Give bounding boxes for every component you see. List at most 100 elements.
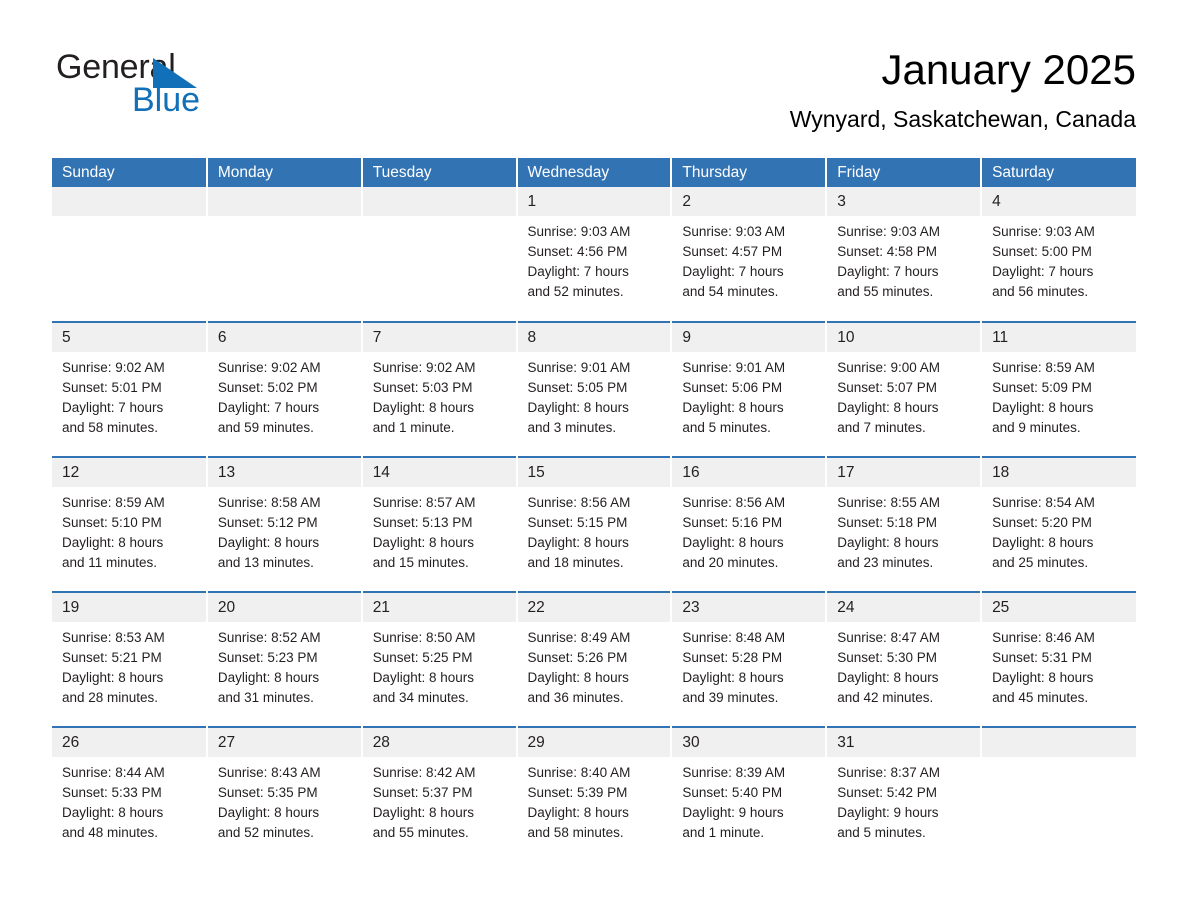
day-cell-details: Sunrise: 8:40 AM Sunset: 5:39 PM Daylight:… [518,757,671,843]
day-daylight-2-text: and 48 minutes. [62,825,159,840]
calendar-day-cell[interactable]: 8 Sunrise: 9:01 AM Sunset: 5:05 PM Daylight… [516,321,673,457]
calendar-day-cell[interactable]: 11 Sunrise: 8:59 AM Sunset: 5:09 PM Dayligh… [981,321,1136,457]
calendar-day-cell[interactable]: 18 Sunrise: 8:54 AM Sunset: 5:20 PM Dayligh… [981,456,1136,592]
calendar-day-cell-empty [206,187,363,322]
day-daylight-1-text: Daylight: 8 hours [992,535,1094,550]
day-cell-inner: 7 Sunrise: 9:02 AM Sunset: 5:03 PM Daylight… [362,323,516,456]
calendar-day-cell[interactable]: 3 Sunrise: 9:03 AM Sunset: 4:58 PM Daylight… [826,187,983,322]
day-daylight-1-text: Daylight: 8 hours [62,805,164,820]
day-daylight-2-text: and 1 minute. [372,420,455,435]
calendar-day-cell[interactable]: 7 Sunrise: 9:02 AM Sunset: 5:03 PM Daylight… [361,321,518,457]
logo-text-blue: Blue [132,81,201,119]
calendar-day-cell[interactable]: 6 Sunrise: 9:02 AM Sunset: 5:02 PM Daylight… [206,321,363,457]
day-cell-inner: 23 Sunrise: 8:48 AM Sunset: 5:28 PM Dayligh… [672,593,826,726]
day-sunrise-text: Sunrise: 8:59 AM [62,495,165,510]
calendar-week-row: 5 Sunrise: 9:02 AM Sunset: 5:01 PM Daylight… [52,321,1136,457]
general-blue-logo[interactable]: General Blue [56,48,356,128]
calendar-day-cell[interactable]: 27 Sunrise: 8:43 AM Sunset: 5:35 PM Dayligh… [206,726,363,862]
weekday-header-thursday: Thursday [671,158,828,187]
day-cell-inner: 25 Sunrise: 8:46 AM Sunset: 5:31 PM Dayligh… [982,593,1136,726]
day-sunset-text: Sunset: 5:26 PM [527,650,628,665]
day-daylight-1-text: Daylight: 8 hours [682,535,784,550]
day-daylight-2-text: and 55 minutes. [372,825,469,840]
calendar-day-cell[interactable]: 17 Sunrise: 8:55 AM Sunset: 5:18 PM Dayligh… [826,456,983,592]
day-daylight-2-text: and 5 minutes. [837,825,926,840]
calendar-day-cell[interactable]: 22 Sunrise: 8:49 AM Sunset: 5:26 PM Dayligh… [516,591,673,727]
calendar-day-cell[interactable]: 13 Sunrise: 8:58 AM Sunset: 5:12 PM Dayligh… [206,456,363,592]
day-daylight-2-text: and 5 minutes. [682,420,771,435]
day-cell-details: Sunrise: 8:56 AM Sunset: 5:15 PM Daylight:… [518,487,671,573]
day-daylight-1-text: Daylight: 8 hours [217,670,320,685]
day-daylight-2-text: and 7 minutes. [837,420,926,435]
day-number: 6 [207,323,361,352]
calendar-day-cell[interactable]: 15 Sunrise: 8:56 AM Sunset: 5:15 PM Dayligh… [516,456,673,592]
day-sunrise-text: Sunrise: 9:01 AM [682,360,786,375]
day-number: 21 [362,593,516,622]
day-daylight-1-text: Daylight: 8 hours [527,670,629,685]
calendar-day-cell[interactable]: 4 Sunrise: 9:03 AM Sunset: 5:00 PM Daylight… [981,187,1136,322]
day-number: 29 [517,728,671,757]
day-daylight-2-text: and 34 minutes. [372,690,469,705]
calendar-day-cell[interactable]: 25 Sunrise: 8:46 AM Sunset: 5:31 PM Dayligh… [981,591,1136,727]
day-cell-inner: 26 Sunrise: 8:44 AM Sunset: 5:33 PM Dayligh… [52,728,206,862]
calendar-day-cell[interactable]: 12 Sunrise: 8:59 AM Sunset: 5:10 PM Dayligh… [52,456,208,592]
day-sunset-text: Sunset: 5:20 PM [992,515,1092,530]
calendar-day-cell[interactable]: 2 Sunrise: 9:03 AM Sunset: 4:57 PM Daylight… [671,187,828,322]
calendar-day-cell[interactable]: 10 Sunrise: 9:00 AM Sunset: 5:07 PM Dayligh… [826,321,983,457]
calendar-day-cell[interactable]: 23 Sunrise: 8:48 AM Sunset: 5:28 PM Dayligh… [671,591,828,727]
day-sunrise-text: Sunrise: 8:44 AM [62,765,165,780]
day-daylight-2-text: and 28 minutes. [62,690,159,705]
calendar-day-cell[interactable]: 29 Sunrise: 8:40 AM Sunset: 5:39 PM Dayligh… [516,726,673,862]
day-sunset-text: Sunset: 5:40 PM [682,785,783,800]
day-sunrise-text: Sunrise: 9:03 AM [682,224,786,239]
calendar-day-cell[interactable]: 20 Sunrise: 8:52 AM Sunset: 5:23 PM Dayligh… [206,591,363,727]
calendar-day-cell[interactable]: 21 Sunrise: 8:50 AM Sunset: 5:25 PM Dayligh… [361,591,518,727]
day-number: 13 [207,458,361,487]
day-daylight-2-text: and 52 minutes. [527,284,624,299]
calendar-day-cell[interactable]: 16 Sunrise: 8:56 AM Sunset: 5:16 PM Dayligh… [671,456,828,592]
calendar-day-cell[interactable]: 26 Sunrise: 8:44 AM Sunset: 5:33 PM Dayligh… [52,726,208,862]
day-daylight-1-text: Daylight: 8 hours [527,400,629,415]
day-cell-inner: 22 Sunrise: 8:49 AM Sunset: 5:26 PM Dayligh… [517,593,671,726]
page-title: January 2025 [881,46,1136,93]
calendar-day-cell-empty [981,726,1136,862]
day-sunrise-text: Sunrise: 8:39 AM [682,765,786,780]
day-cell-inner: 27 Sunrise: 8:43 AM Sunset: 5:35 PM Dayligh… [207,728,361,862]
calendar-day-cell[interactable]: 24 Sunrise: 8:47 AM Sunset: 5:30 PM Dayligh… [826,591,983,727]
day-sunrise-text: Sunrise: 8:58 AM [217,495,321,510]
calendar-day-cell[interactable]: 5 Sunrise: 9:02 AM Sunset: 5:01 PM Daylight… [52,321,208,457]
calendar-day-cell[interactable]: 31 Sunrise: 8:37 AM Sunset: 5:42 PM Dayligh… [826,726,983,862]
day-cell-inner: 4 Sunrise: 9:03 AM Sunset: 5:00 PM Daylight… [982,187,1136,321]
day-daylight-1-text: Daylight: 8 hours [62,670,164,685]
day-sunrise-text: Sunrise: 8:55 AM [837,495,941,510]
day-number: 31 [827,728,981,757]
day-number: 17 [827,458,981,487]
weekday-header-tuesday: Tuesday [361,158,518,187]
day-sunset-text: Sunset: 5:33 PM [62,785,162,800]
day-sunrise-text: Sunrise: 9:02 AM [372,360,476,375]
calendar-day-cell[interactable]: 14 Sunrise: 8:57 AM Sunset: 5:13 PM Dayligh… [361,456,518,592]
day-sunrise-text: Sunrise: 8:40 AM [527,765,631,780]
day-daylight-1-text: Daylight: 8 hours [372,400,474,415]
day-cell-inner: 2 Sunrise: 9:03 AM Sunset: 4:57 PM Daylight… [672,187,826,321]
calendar-day-cell[interactable]: 30 Sunrise: 8:39 AM Sunset: 5:40 PM Dayligh… [671,726,828,862]
day-number: 5 [52,323,206,352]
calendar-week-row: 1 Sunrise: 9:03 AM Sunset: 4:56 PM Daylight… [52,187,1136,322]
day-cell-inner: 21 Sunrise: 8:50 AM Sunset: 5:25 PM Dayligh… [362,593,516,726]
page-header: General Blue January 2025 Wynyard, Saska… [0,0,1188,132]
day-daylight-2-text: and 52 minutes. [217,825,314,840]
day-cell-details: Sunrise: 9:03 AM Sunset: 4:57 PM Daylight:… [672,216,825,302]
calendar-day-cell[interactable]: 19 Sunrise: 8:53 AM Sunset: 5:21 PM Dayligh… [52,591,208,727]
day-cell-details: Sunrise: 9:02 AM Sunset: 5:02 PM Daylight:… [208,352,361,438]
calendar-day-cell[interactable]: 9 Sunrise: 9:01 AM Sunset: 5:06 PM Daylight… [671,321,828,457]
day-number: 22 [517,593,671,622]
day-sunset-text: Sunset: 5:39 PM [527,785,628,800]
day-sunrise-text: Sunrise: 9:02 AM [217,360,321,375]
day-cell-inner [982,728,1136,862]
day-cell-inner: 8 Sunrise: 9:01 AM Sunset: 5:05 PM Daylight… [517,323,671,456]
day-cell-inner: 16 Sunrise: 8:56 AM Sunset: 5:16 PM Dayligh… [672,458,826,591]
day-daylight-2-text: and 56 minutes. [992,284,1089,299]
calendar-day-cell[interactable]: 1 Sunrise: 9:03 AM Sunset: 4:56 PM Daylight… [516,187,673,322]
calendar-day-cell[interactable]: 28 Sunrise: 8:42 AM Sunset: 5:37 PM Dayligh… [361,726,518,862]
day-sunrise-text: Sunrise: 9:01 AM [527,360,631,375]
